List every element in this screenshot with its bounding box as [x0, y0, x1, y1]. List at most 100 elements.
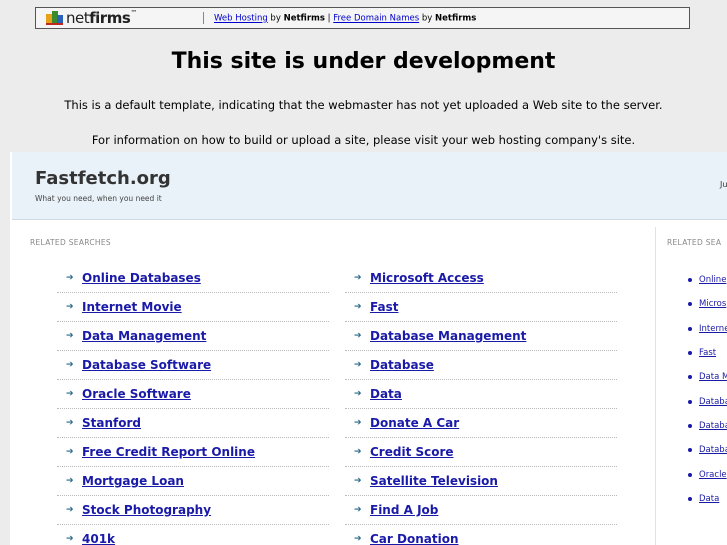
netfirms-logo-icon [46, 10, 64, 26]
separator: | [324, 13, 334, 24]
hosting-info-notice: For information on how to build or uploa… [91, 133, 636, 147]
arrow-icon: ➔ [354, 476, 362, 486]
list-item[interactable]: ➔ Data [345, 380, 617, 409]
bullet-icon [688, 278, 692, 283]
list-item[interactable]: ➔ Free Credit Report Online [57, 438, 329, 467]
netfirms-logo[interactable]: netfirms™ [46, 9, 137, 27]
related-searches-side-label: RELATED SEA [667, 238, 722, 247]
sidebar-item[interactable]: Online [688, 268, 727, 292]
bullet-icon [688, 326, 692, 331]
search-link[interactable]: Database Software [82, 358, 211, 372]
list-item[interactable]: ➔ Database [345, 351, 617, 380]
sidebar-item[interactable]: Databa [688, 438, 727, 462]
search-link[interactable]: Donate A Car [370, 416, 459, 430]
sidebar-link[interactable]: Databa [699, 397, 727, 407]
parked-header: Fastfetch.org What you need, when you ne… [12, 152, 727, 220]
arrow-icon: ➔ [354, 331, 362, 341]
search-link[interactable]: Database Management [370, 329, 526, 343]
netfirms-brand: Netfirms [435, 13, 477, 24]
search-link[interactable]: Stanford [82, 416, 141, 430]
search-link[interactable]: Free Credit Report Online [82, 445, 255, 459]
sidebar-link[interactable]: Data M [699, 372, 727, 382]
parked-domain-frame: Fastfetch.org What you need, when you ne… [10, 152, 727, 545]
arrow-icon: ➔ [66, 418, 74, 428]
netfirms-banner: netfirms™ Web Hosting by Netfirms | Free… [35, 7, 690, 29]
list-item[interactable]: ➔ Internet Movie [57, 293, 329, 322]
search-link[interactable]: Oracle Software [82, 387, 191, 401]
sidebar-item[interactable]: Databa [688, 414, 727, 438]
header-right-text: Ju [720, 180, 727, 189]
bullet-icon [688, 351, 692, 356]
sidebar-item[interactable]: Data M [688, 365, 727, 389]
list-item[interactable]: ➔ Online Databases [57, 264, 329, 293]
search-link[interactable]: Database [370, 358, 434, 372]
search-link[interactable]: Data Management [82, 329, 206, 343]
search-link[interactable]: Data [370, 387, 402, 401]
list-item[interactable]: ➔ Satellite Television [345, 467, 617, 496]
bullet-icon [688, 496, 692, 501]
list-item[interactable]: ➔ Database Management [345, 322, 617, 351]
sidebar-item[interactable]: Databa [688, 389, 727, 413]
related-searches-label: RELATED SEARCHES [30, 238, 111, 247]
search-link[interactable]: Mortgage Loan [82, 474, 184, 488]
list-item[interactable]: ➔ Car Donation [345, 525, 617, 545]
arrow-icon: ➔ [66, 302, 74, 312]
sidebar-link[interactable]: Interne [699, 324, 727, 334]
search-link[interactable]: Car Donation [370, 532, 458, 545]
arrow-icon: ➔ [354, 447, 362, 457]
column-divider [655, 227, 656, 545]
search-link[interactable]: Online Databases [82, 271, 201, 285]
domain-names-link[interactable]: Free Domain Names [333, 14, 419, 24]
sidebar-link[interactable]: Data [699, 494, 719, 504]
list-item[interactable]: ➔ Find A Job [345, 496, 617, 525]
arrow-icon: ➔ [354, 534, 362, 544]
search-link[interactable]: Satellite Television [370, 474, 498, 488]
search-link[interactable]: Find A Job [370, 503, 438, 517]
list-item[interactable]: ➔ Database Software [57, 351, 329, 380]
list-item[interactable]: ➔ Donate A Car [345, 409, 617, 438]
search-link[interactable]: Internet Movie [82, 300, 182, 314]
list-item[interactable]: ➔ Data Management [57, 322, 329, 351]
sidebar-link[interactable]: Online [699, 275, 726, 285]
sidebar-item[interactable]: Oracle [688, 462, 727, 486]
list-item[interactable]: ➔ Stanford [57, 409, 329, 438]
sidebar-item[interactable]: Micros [688, 292, 727, 316]
arrow-icon: ➔ [354, 389, 362, 399]
search-link[interactable]: Credit Score [370, 445, 454, 459]
site-name: Fastfetch.org [35, 168, 171, 189]
list-item[interactable]: ➔ Credit Score [345, 438, 617, 467]
web-hosting-link[interactable]: Web Hosting [214, 14, 268, 24]
netfirms-wordmark: netfirms™ [66, 9, 137, 27]
arrow-icon: ➔ [66, 447, 74, 457]
search-link[interactable]: Stock Photography [82, 503, 211, 517]
sidebar-item[interactable]: Data [688, 487, 727, 511]
list-item[interactable]: ➔ 401k [57, 525, 329, 545]
arrow-icon: ➔ [354, 302, 362, 312]
sidebar-item[interactable]: Interne [688, 317, 727, 341]
search-link[interactable]: Microsoft Access [370, 271, 484, 285]
list-item[interactable]: ➔ Fast [345, 293, 617, 322]
list-item[interactable]: ➔ Oracle Software [57, 380, 329, 409]
sidebar-link[interactable]: Micros [699, 299, 726, 309]
sidebar-item[interactable]: Fast [688, 341, 727, 365]
bullet-icon [688, 302, 692, 307]
sidebar-link[interactable]: Databa [699, 445, 727, 455]
site-tagline: What you need, when you need it [35, 194, 162, 203]
list-item[interactable]: ➔ Stock Photography [57, 496, 329, 525]
bullet-icon [688, 448, 692, 453]
arrow-icon: ➔ [66, 360, 74, 370]
sidebar-link[interactable]: Fast [699, 348, 716, 358]
netfirms-brand: Netfirms [283, 13, 325, 24]
by-text: by [419, 13, 435, 24]
related-searches-column-2: ➔ Microsoft Access ➔ Fast ➔ Database Manage… [345, 264, 617, 545]
sidebar-link[interactable]: Databa [699, 421, 727, 431]
search-link[interactable]: Fast [370, 300, 398, 314]
arrow-icon: ➔ [66, 273, 74, 283]
list-item[interactable]: ➔ Mortgage Loan [57, 467, 329, 496]
arrow-icon: ➔ [354, 360, 362, 370]
sidebar-link[interactable]: Oracle [699, 470, 727, 480]
by-text: by [267, 13, 284, 24]
list-item[interactable]: ➔ Microsoft Access [345, 264, 617, 293]
search-link[interactable]: 401k [82, 532, 115, 545]
default-template-notice: This is a default template, indicating t… [64, 98, 663, 112]
